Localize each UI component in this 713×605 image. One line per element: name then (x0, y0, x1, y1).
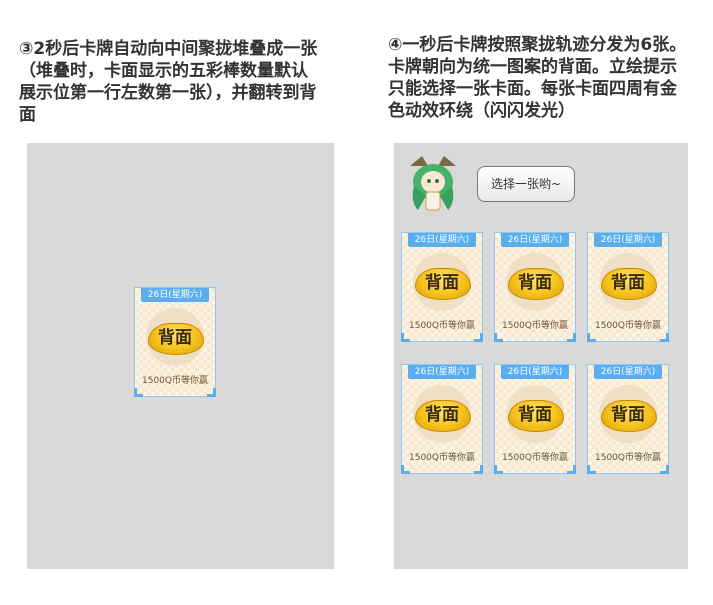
character-avatar-icon (410, 156, 456, 211)
choose-one-speech-bubble: 选择一张哟~ (477, 166, 575, 202)
card-back-title: 背面 (425, 273, 459, 293)
card-corner-ornament (494, 333, 503, 342)
card-corner-ornament (134, 388, 143, 397)
dealt-card[interactable]: 26日(星期六) 背面 1500Q币等你赢 (401, 364, 483, 474)
card-date: 26日(星期六) (501, 233, 569, 247)
dealt-card[interactable]: 26日(星期六) 背面 1500Q币等你赢 (401, 232, 483, 342)
card-corner-ornament (207, 388, 216, 397)
card-date: 26日(星期六) (408, 233, 476, 247)
stacked-card-panel: 26日(星期六) 背面 1500Q币等你赢 (27, 143, 334, 569)
card-prize-text: 1500Q币等你赢 (502, 321, 568, 331)
stacked-card[interactable]: 26日(星期六) 背面 1500Q币等你赢 (134, 287, 216, 397)
card-back-title: 背面 (158, 328, 192, 348)
card-date: 26日(星期六) (594, 365, 662, 379)
card-date: 26日(星期六) (594, 233, 662, 247)
step3-caption: ③2秒后卡牌自动向中间聚拢堆叠成一张（堆叠时，卡面显示的五彩棒数量默认展示位第一… (19, 39, 318, 125)
card-corner-ornament (474, 465, 483, 474)
card-prize-text: 1500Q币等你赢 (142, 376, 208, 386)
card-prize-text: 1500Q币等你赢 (595, 453, 661, 463)
dealt-card[interactable]: 26日(星期六) 背面 1500Q币等你赢 (587, 232, 669, 342)
dealt-card[interactable]: 26日(星期六) 背面 1500Q币等你赢 (494, 232, 576, 342)
card-date: 26日(星期六) (141, 288, 209, 302)
card-corner-ornament (587, 333, 596, 342)
card-date: 26日(星期六) (408, 365, 476, 379)
card-corner-ornament (474, 333, 483, 342)
card-corner-ornament (494, 465, 503, 474)
card-date: 26日(星期六) (501, 365, 569, 379)
dealt-card[interactable]: 26日(星期六) 背面 1500Q币等你赢 (587, 364, 669, 474)
card-back-title: 背面 (518, 405, 552, 425)
card-prize-text: 1500Q币等你赢 (409, 453, 475, 463)
card-corner-ornament (567, 333, 576, 342)
card-corner-ornament (660, 333, 669, 342)
card-corner-ornament (401, 333, 410, 342)
card-corner-ornament (660, 465, 669, 474)
card-back-title: 背面 (425, 405, 459, 425)
card-corner-ornament (587, 465, 596, 474)
card-back-title: 背面 (611, 273, 645, 293)
card-back-title: 背面 (518, 273, 552, 293)
card-corner-ornament (401, 465, 410, 474)
card-back-title: 背面 (611, 405, 645, 425)
card-prize-text: 1500Q币等你赢 (502, 453, 568, 463)
card-prize-text: 1500Q币等你赢 (409, 321, 475, 331)
step4-caption: ④一秒后卡牌按照聚拢轨迹分发为6张。卡牌朝向为统一图案的背面。立绘提示只能选择一… (388, 35, 687, 121)
card-prize-text: 1500Q币等你赢 (595, 321, 661, 331)
card-corner-ornament (567, 465, 576, 474)
dealt-card[interactable]: 26日(星期六) 背面 1500Q币等你赢 (494, 364, 576, 474)
